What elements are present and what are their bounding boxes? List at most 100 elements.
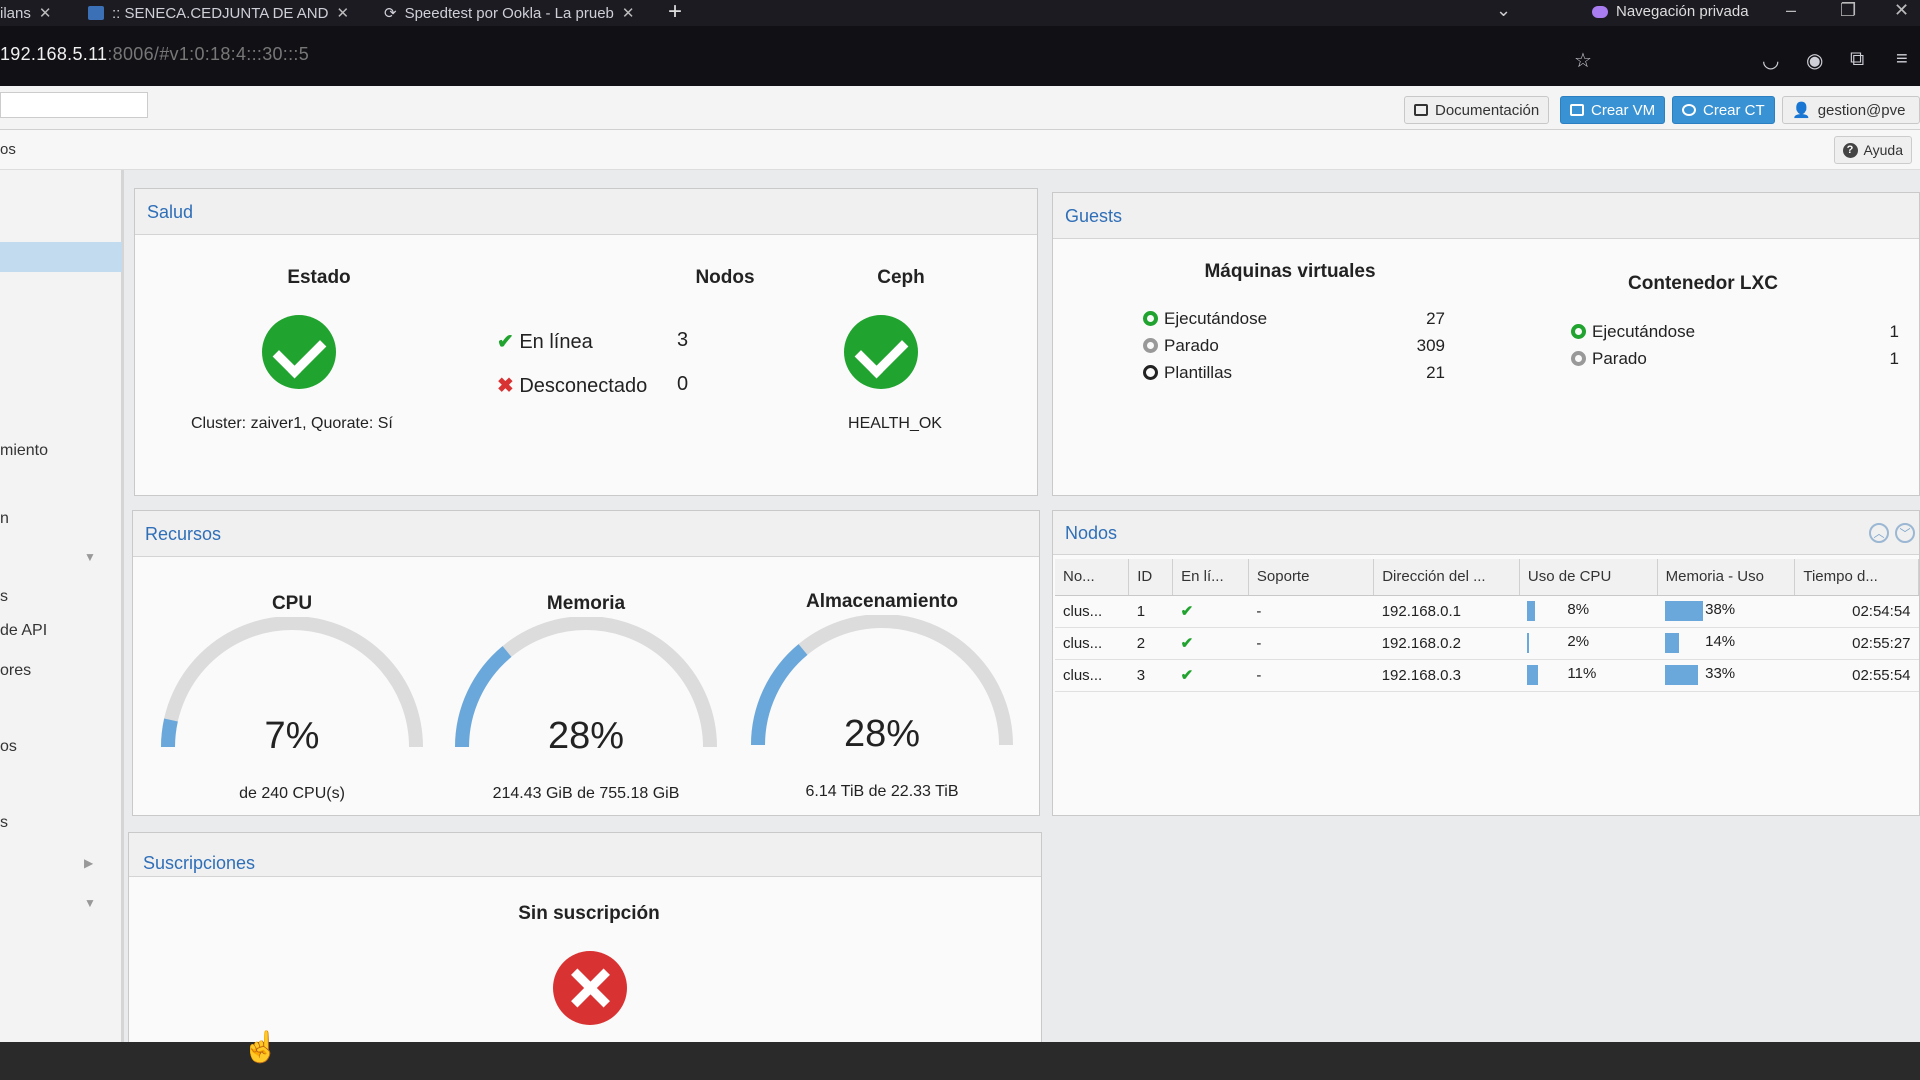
column-header[interactable]: Dirección del ... xyxy=(1373,559,1520,596)
browser-tab[interactable]: ⟳ Speedtest por Ookla - La prueb ✕ xyxy=(384,0,634,26)
health-panel: Salud Estado Cluster: zaiver1, Quorate: … xyxy=(134,188,1038,496)
panel-header: Suscripciones xyxy=(129,833,1041,877)
lxc-running-count: 1 xyxy=(1889,322,1899,341)
nodes-table: No... ID En lí... Soporte Dirección del … xyxy=(1055,559,1919,692)
table-row[interactable]: clus... 1 ✔ - 192.168.0.1 8% 38% 02:54:5… xyxy=(1055,595,1919,628)
sidebar-item[interactable]: de API xyxy=(0,622,47,640)
column-header[interactable]: Soporte xyxy=(1248,559,1375,596)
vm-running-label: Ejecutándose xyxy=(1164,309,1268,328)
sidebar-item[interactable]: s xyxy=(0,814,8,832)
private-mask-icon xyxy=(1592,5,1608,18)
address-field[interactable]: 192.168.5.11:8006/#v1:0:18:4:::30:::5 xyxy=(0,44,309,65)
mem-usage-bar: 33% xyxy=(1665,665,1765,685)
offline-count: 0 xyxy=(677,373,689,395)
column-header[interactable]: Uso de CPU xyxy=(1519,559,1658,596)
sidebar-item[interactable]: miento xyxy=(0,442,48,460)
sidebar-item-selected[interactable] xyxy=(0,242,122,272)
sidebar-item[interactable]: s xyxy=(0,588,8,606)
loading-icon: ⟳ xyxy=(384,5,397,22)
ceph-title: Ceph xyxy=(877,267,925,288)
monitor-icon xyxy=(1570,104,1584,116)
chevron-down-icon[interactable]: ▼ xyxy=(84,896,96,910)
collapse-down-icon[interactable]: ﹀ xyxy=(1895,523,1915,543)
column-header[interactable]: Memoria - Uso xyxy=(1657,559,1796,596)
user-label: gestion@pve xyxy=(1817,101,1906,119)
node-uptime: 02:55:27 xyxy=(1794,627,1919,660)
panel-header: Salud xyxy=(135,189,1037,235)
resources-panel: Recursos CPU 7% de 240 CPU(s) Memoria 28… xyxy=(132,510,1040,816)
memory-detail: 214.43 GiB de 755.18 GiB xyxy=(492,785,680,802)
mem-usage-cell: 38% xyxy=(1657,595,1795,628)
create-vm-button[interactable]: Crear VM xyxy=(1560,96,1666,124)
panel-header: Recursos xyxy=(133,511,1039,557)
tab-list-chevron-icon[interactable]: ⌄ xyxy=(1496,0,1511,21)
minimize-icon[interactable]: – xyxy=(1786,0,1796,21)
sidebar-item[interactable]: os xyxy=(0,738,17,756)
documentation-button[interactable]: Documentación xyxy=(1404,96,1550,124)
online-count: 3 xyxy=(677,329,689,351)
node-name: clus... xyxy=(1055,627,1129,660)
close-window-icon[interactable]: ✕ xyxy=(1894,0,1909,21)
storage-percent: 28% xyxy=(843,713,921,755)
status-ok-icon xyxy=(262,315,336,389)
cpu-usage-text: 8% xyxy=(1567,601,1590,618)
private-label: Navegación privada xyxy=(1616,3,1749,20)
hand-cursor-icon: ☝ xyxy=(242,1031,280,1064)
account-icon[interactable]: ◉ xyxy=(1806,48,1823,73)
nodes-title: Nodos xyxy=(695,267,755,288)
cube-icon xyxy=(1682,104,1696,116)
offline-label: Desconectado xyxy=(519,375,648,397)
chevron-right-icon[interactable]: ▶ xyxy=(84,856,93,870)
browser-tab[interactable]: ilans ✕ xyxy=(0,0,51,26)
lxc-stopped-label: Parado xyxy=(1592,349,1647,368)
online-check-icon: ✔ xyxy=(1172,659,1249,692)
pocket-icon[interactable]: ◡ xyxy=(1762,48,1779,73)
column-header[interactable]: No... xyxy=(1055,559,1130,596)
cpu-title: CPU xyxy=(271,593,313,614)
vm-running-row: Ejecutándose xyxy=(1143,309,1267,329)
column-header[interactable]: ID xyxy=(1128,559,1174,596)
cpu-detail: de 240 CPU(s) xyxy=(239,785,345,802)
user-icon: 👤 xyxy=(1792,102,1811,119)
book-icon xyxy=(1414,104,1428,116)
nodes-panel: Nodos ︿ ﹀ No... ID En lí... Soporte Dire… xyxy=(1052,510,1920,816)
user-menu-button[interactable]: 👤 gestion@pve xyxy=(1782,96,1920,124)
navigation-sidebar: miento n ▼ s de API ores os s ▶ ▼ xyxy=(0,170,124,1050)
create-ct-button[interactable]: Crear CT xyxy=(1672,96,1775,124)
table-row[interactable]: clus... 3 ✔ - 192.168.0.3 11% 33% 02:55:… xyxy=(1055,659,1919,692)
seneca-favicon-icon xyxy=(88,6,104,20)
subscription-panel: Suscripciones Sin suscripción xyxy=(128,832,1042,1044)
menu-icon[interactable]: ≡ xyxy=(1896,48,1908,71)
restore-icon[interactable]: ❐ xyxy=(1840,0,1856,21)
column-header[interactable]: En lí... xyxy=(1172,559,1249,596)
search-input[interactable] xyxy=(0,92,148,118)
extensions-icon[interactable]: ⧉ xyxy=(1850,48,1864,71)
node-name: clus... xyxy=(1055,595,1129,628)
vm-templates-row: Plantillas xyxy=(1143,363,1232,383)
cpu-usage-cell: 8% xyxy=(1519,595,1658,628)
bookmark-star-icon[interactable]: ☆ xyxy=(1574,48,1592,73)
storage-gauge: Almacenamiento 28% 6.14 TiB de 22.33 TiB xyxy=(747,579,1017,800)
close-icon[interactable]: ✕ xyxy=(622,4,635,22)
lxc-stopped-count: 1 xyxy=(1889,349,1899,368)
node-name: clus... xyxy=(1055,659,1129,692)
tab-label: Speedtest por Ookla - La prueb xyxy=(404,4,614,22)
sidebar-item[interactable]: ores xyxy=(0,662,31,680)
close-icon[interactable]: ✕ xyxy=(336,4,349,22)
help-button[interactable]: ? Ayuda xyxy=(1833,136,1912,164)
chevron-down-icon[interactable]: ▼ xyxy=(84,550,96,564)
create-ct-label: Crear CT xyxy=(1703,101,1765,119)
browser-tab[interactable]: :: SENECA.CEDJUNTA DE AND ✕ xyxy=(88,0,349,26)
panel-title: Recursos xyxy=(145,524,222,544)
sidebar-item[interactable]: n xyxy=(0,510,9,528)
panel-title: Nodos xyxy=(1065,523,1118,543)
close-icon[interactable]: ✕ xyxy=(39,4,52,22)
mem-usage-text: 14% xyxy=(1705,633,1736,650)
table-row[interactable]: clus... 2 ✔ - 192.168.0.2 2% 14% 02:55:2… xyxy=(1055,627,1919,660)
new-tab-icon[interactable]: + xyxy=(668,0,682,26)
lxc-stopped-row: Parado xyxy=(1571,349,1647,369)
cpu-usage-cell: 2% xyxy=(1519,627,1658,660)
collapse-up-icon[interactable]: ︿ xyxy=(1869,523,1889,543)
column-header[interactable]: Tiempo d... xyxy=(1794,559,1919,596)
stopped-icon xyxy=(1143,338,1158,353)
